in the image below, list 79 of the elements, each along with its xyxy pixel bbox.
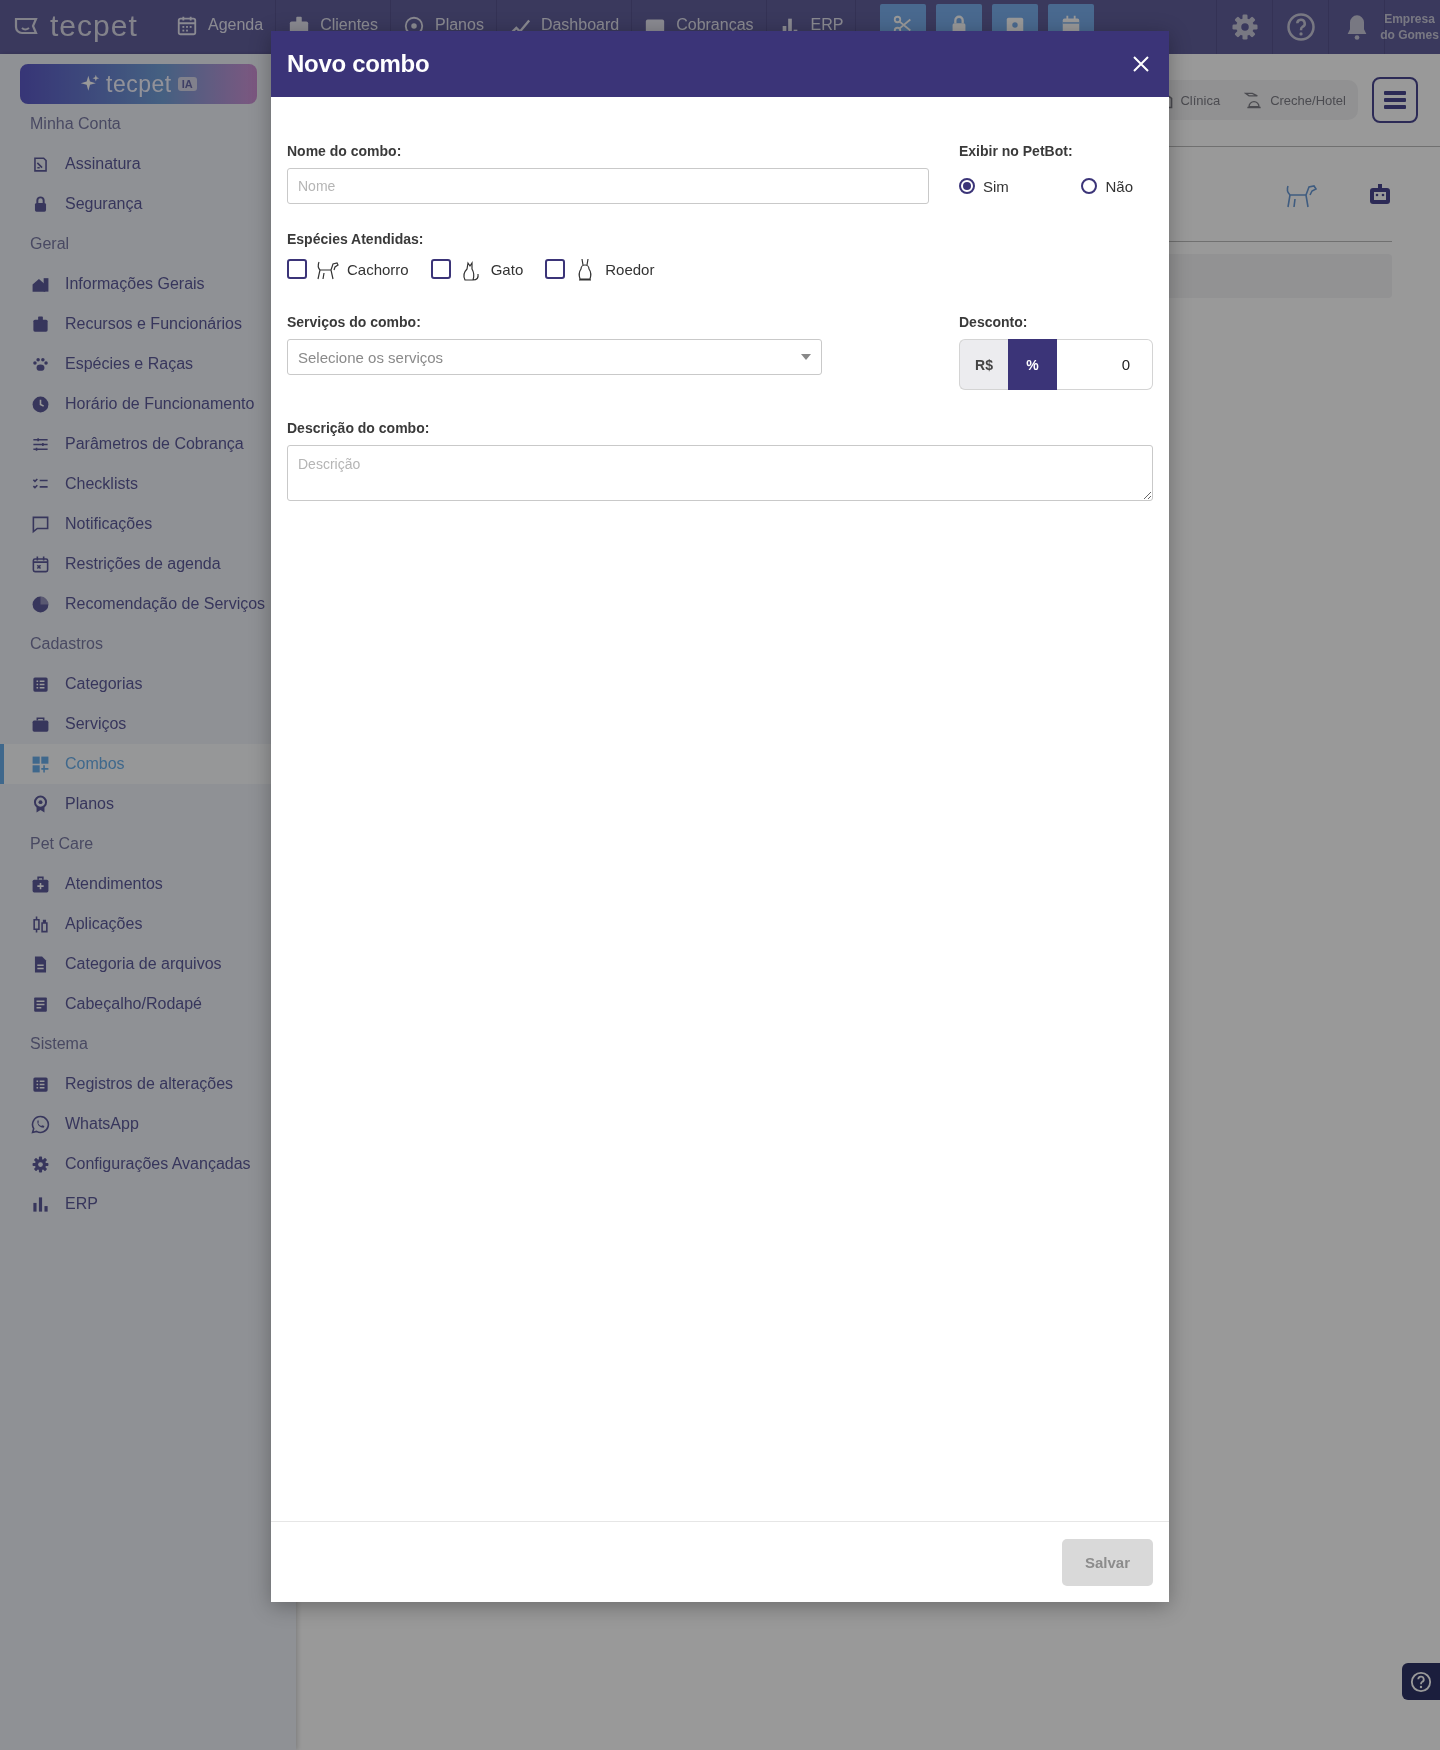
field-label: Espécies Atendidas: <box>287 230 425 248</box>
section-heading: Minha Conta <box>29 114 122 134</box>
sidebar-item[interactable]: Atendimentos <box>0 864 169 904</box>
briefcase-icon <box>31 714 50 734</box>
document-lines-icon <box>31 994 50 1014</box>
sidebar-item[interactable]: Registros de alterações <box>0 1064 240 1104</box>
field-label: Exibir no PetBot: <box>959 142 1074 160</box>
checkbox[interactable] <box>287 259 307 279</box>
clock-icon <box>31 394 50 414</box>
help-button[interactable] <box>1402 1663 1440 1700</box>
checkbox-option[interactable]: Roedor <box>545 257 655 281</box>
close-icon <box>1133 56 1149 72</box>
name-field[interactable]: Nome <box>287 168 929 204</box>
grid-plus-icon <box>31 754 50 774</box>
unit-toggle[interactable]: R$ <box>959 339 1008 390</box>
id-badge-icon <box>31 314 50 334</box>
logo-icon <box>14 15 40 37</box>
services-select[interactable]: Selecione os serviços <box>287 339 822 375</box>
pie-icon <box>31 594 50 614</box>
sidebar-item[interactable]: Informações Gerais <box>0 264 211 304</box>
menu-button[interactable] <box>1372 77 1418 123</box>
description-field[interactable]: Descrição <box>287 445 1153 501</box>
radio-button[interactable] <box>1081 178 1098 194</box>
checkbox-option[interactable]: Gato <box>430 257 524 281</box>
radio-option[interactable]: Não <box>1081 177 1133 195</box>
sidebar-item[interactable]: WhatsApp <box>0 1104 145 1144</box>
discount-field[interactable]: 0 <box>1057 339 1153 390</box>
robot-icon <box>1368 183 1392 205</box>
sidebar-item[interactable]: Notificações <box>0 504 159 544</box>
checkbox-option[interactable]: Cachorro <box>287 257 409 281</box>
ai-badge: IA <box>177 77 197 91</box>
list-icon <box>31 674 50 694</box>
bar-chart-icon <box>31 1194 50 1214</box>
menu-icon <box>1383 90 1407 110</box>
sidebar-item[interactable]: Espécies e Raças <box>0 344 200 384</box>
sidebar-item[interactable]: Recomendação de Serviços <box>0 584 272 624</box>
sidebar-item[interactable]: Serviços <box>0 704 133 744</box>
help-icon <box>1285 12 1316 42</box>
chat-icon <box>31 514 50 534</box>
sidebar-item[interactable]: Segurança <box>0 184 149 224</box>
sidebar-item[interactable]: Restrições de agenda <box>0 544 227 584</box>
document-icon <box>31 154 50 174</box>
help-icon <box>1410 1670 1432 1693</box>
caret-icon <box>801 354 811 360</box>
unit-toggle[interactable]: % <box>1008 339 1057 390</box>
list-icon <box>31 1074 50 1094</box>
sidebar-item[interactable]: Categoria de arquivos <box>0 944 228 984</box>
field-label: Desconto: <box>959 313 1029 331</box>
calendar-icon <box>31 554 50 574</box>
brand-text: tecpet <box>106 70 172 98</box>
logo-text: tecpet <box>50 9 138 43</box>
section-heading: Cadastros <box>29 634 104 654</box>
radio-option[interactable]: Sim <box>959 177 1009 195</box>
ai-banner[interactable]: tecpet IA <box>20 64 257 104</box>
field-label: Descrição do combo: <box>287 419 431 437</box>
sidebar-item[interactable]: Parâmetros de Cobrança <box>0 424 250 464</box>
chat-phone-icon <box>31 1114 50 1134</box>
mode-tab[interactable]: Creche/Hotel <box>1244 90 1346 110</box>
medical-kit-icon <box>31 874 50 894</box>
gear-icon <box>31 1154 50 1174</box>
sidebar-item[interactable]: Recursos e Funcionários <box>0 304 248 344</box>
field-label: Nome do combo: <box>287 142 403 160</box>
checkbox[interactable] <box>545 259 566 279</box>
sidebar-item[interactable]: Planos <box>0 784 120 824</box>
sidebar-item[interactable]: Assinatura <box>0 144 147 184</box>
sidebar-item[interactable]: ERP <box>0 1184 104 1224</box>
checkbox[interactable] <box>430 259 451 279</box>
radio-button[interactable] <box>959 178 975 194</box>
sidebar-item[interactable]: Checklists <box>0 464 144 504</box>
sidebar-item[interactable]: Categorias <box>0 664 149 704</box>
calendar-icon <box>176 15 198 37</box>
sidebar-item[interactable]: Aplicações <box>0 904 149 944</box>
field-label: Serviços do combo: <box>287 313 422 331</box>
sidebar-item[interactable]: Cabeçalho/Rodapé <box>0 984 208 1024</box>
award-icon <box>31 794 50 814</box>
sidebar-item[interactable]: Horário de Funcionamento <box>0 384 261 424</box>
sidebar-item[interactable]: Configurações Avançadas <box>0 1144 257 1184</box>
section-heading: Pet Care <box>29 834 95 854</box>
section-heading: Sistema <box>29 1034 89 1054</box>
